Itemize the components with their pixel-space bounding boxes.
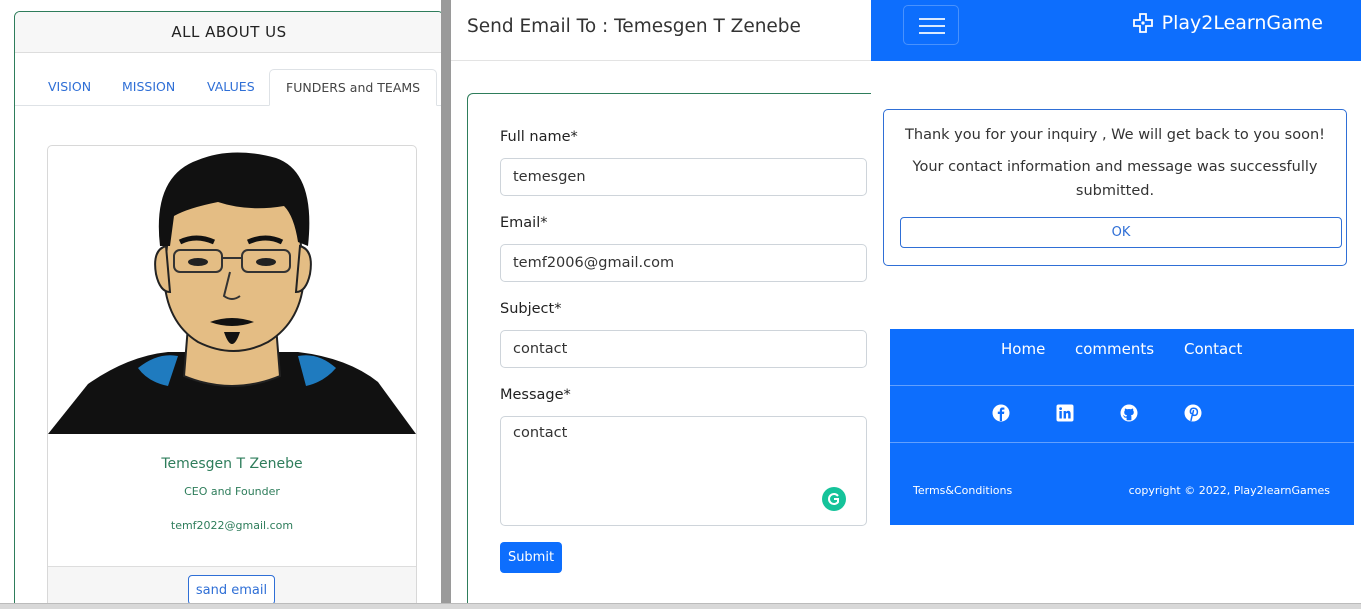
brand-link[interactable]: Play2LearnGame <box>1132 12 1323 34</box>
about-tabs: VISION MISSION VALUES FUNDERS and TEAMS <box>15 69 443 106</box>
linkedin-icon[interactable] <box>1056 404 1074 422</box>
copyright-text: copyright © 2022, Play2learnGames <box>1128 484 1330 497</box>
alert-message-2: Your contact information and message was… <box>912 159 1318 199</box>
alert-message-1: Thank you for your inquiry , We will get… <box>905 127 1325 143</box>
subject-label: Subject* <box>500 301 562 317</box>
tab-mission[interactable]: MISSION <box>122 69 175 106</box>
profile-email: temf2022@gmail.com <box>170 519 294 532</box>
about-header: ALL ABOUT US <box>15 12 443 53</box>
github-icon[interactable] <box>1120 404 1138 422</box>
panel-divider <box>441 0 451 609</box>
message-text: contact <box>513 425 568 441</box>
subject-field[interactable]: contact <box>500 330 867 368</box>
profile-role: CEO and Founder <box>184 485 280 498</box>
tab-vision[interactable]: VISION <box>48 69 91 106</box>
footer-link-contact[interactable]: Contact <box>1184 340 1242 358</box>
footer: Home comments Contact Terms&Conditions c… <box>890 329 1354 525</box>
avatar <box>48 152 416 434</box>
full-name-field[interactable]: temesgen <box>500 158 867 196</box>
message-field[interactable]: contact <box>500 416 867 526</box>
about-panel: ALL ABOUT US VISION MISSION VALUES FUNDE… <box>0 0 444 609</box>
about-card: ALL ABOUT US VISION MISSION VALUES FUNDE… <box>14 11 444 609</box>
send-email-button[interactable]: sand email <box>188 575 275 605</box>
navbar: Play2LearnGame <box>871 0 1361 61</box>
site-panel: Play2LearnGame Thank you for your inquir… <box>871 0 1361 609</box>
profile-card: Temesgen T Zenebe CEO and Founder temf20… <box>47 145 417 609</box>
email-modal-title: Send Email To : Temesgen T Zenebe <box>467 16 801 37</box>
hamburger-line <box>919 25 945 27</box>
terms-link[interactable]: Terms&Conditions <box>913 484 1012 497</box>
email-modal-separator <box>451 60 871 61</box>
hamburger-line <box>919 32 945 34</box>
success-alert: Thank you for your inquiry , We will get… <box>883 109 1347 266</box>
email-modal: Send Email To : Temesgen T Zenebe Full n… <box>451 0 887 609</box>
footer-link-home[interactable]: Home <box>1001 340 1045 358</box>
profile-name: Temesgen T Zenebe <box>161 456 303 472</box>
menu-toggle-button[interactable] <box>903 5 959 45</box>
tab-values[interactable]: VALUES <box>207 69 255 106</box>
brand-name: Play2LearnGame <box>1161 12 1323 34</box>
footer-link-comments[interactable]: comments <box>1075 340 1154 358</box>
email-form: Full name* temesgen Email* temf2006@gmai… <box>467 93 887 609</box>
message-label: Message* <box>500 387 571 403</box>
submit-button[interactable]: Submit <box>500 542 562 573</box>
hamburger-line <box>919 18 945 20</box>
grammarly-icon[interactable] <box>822 487 846 511</box>
email-label: Email* <box>500 215 548 231</box>
full-name-label: Full name* <box>500 129 578 145</box>
gamepad-icon <box>1132 13 1153 33</box>
social-links <box>890 386 1354 443</box>
tab-funders-and-teams[interactable]: FUNDERS and TEAMS <box>269 69 438 106</box>
facebook-icon[interactable] <box>992 404 1010 422</box>
email-field[interactable]: temf2006@gmail.com <box>500 244 867 282</box>
pinterest-icon[interactable] <box>1184 404 1202 422</box>
taskbar-strip <box>0 603 1361 609</box>
footer-nav: Home comments Contact <box>890 329 1354 386</box>
ok-button[interactable]: OK <box>900 217 1342 248</box>
